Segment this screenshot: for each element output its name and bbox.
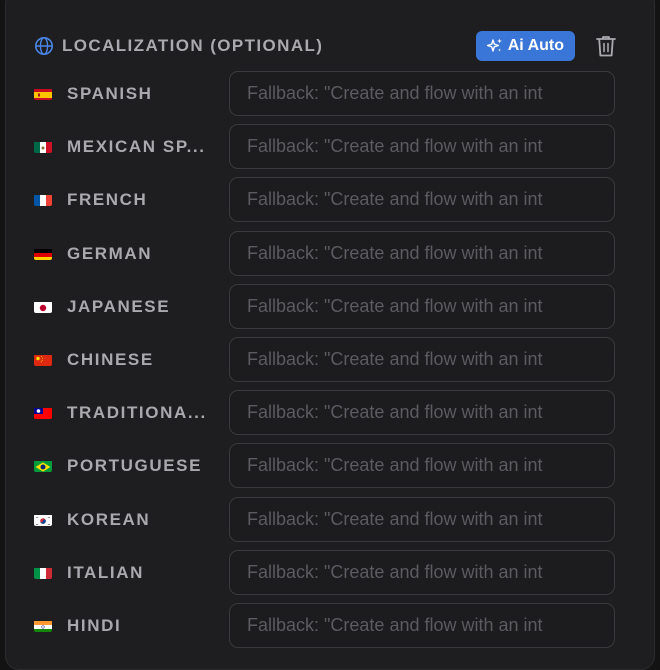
language-row-kr: KOREAN [34, 496, 616, 542]
language-label: PORTUGUESE [67, 456, 203, 476]
translation-input-de[interactable] [229, 230, 615, 276]
language-row-tw: TRADITIONA... [34, 390, 616, 436]
flag-it-icon [34, 567, 52, 579]
flag-de-icon [34, 248, 52, 260]
translation-input-mx[interactable] [229, 124, 615, 170]
translation-input-kr[interactable] [229, 496, 615, 542]
language-row-fr: FRENCH [34, 177, 616, 223]
section-title: LOCALIZATION (OPTIONAL) [62, 36, 324, 55]
flag-cn-icon [34, 354, 52, 366]
language-list: SPANISH MEXICAN SP... FRENCH GERMAN JAPANESE… [34, 71, 616, 656]
language-row-br: PORTUGUESE [34, 443, 616, 489]
sparkles-icon [486, 37, 504, 55]
language-label: CHINESE [67, 349, 154, 369]
translation-input-tw[interactable] [229, 390, 615, 436]
translation-input-jp[interactable] [229, 283, 615, 329]
language-row-mx: MEXICAN SP... [34, 124, 616, 170]
flag-es-icon [34, 88, 52, 100]
globe-icon [34, 36, 54, 56]
language-label: JAPANESE [67, 296, 171, 316]
language-label: FRENCH [67, 190, 148, 210]
language-label: MEXICAN SP... [67, 137, 206, 157]
translation-input-it[interactable] [229, 549, 615, 595]
language-row-it: ITALIAN [34, 549, 616, 595]
translation-input-in[interactable] [229, 602, 615, 648]
language-label: KOREAN [67, 509, 151, 529]
localization-header: LOCALIZATION (OPTIONAL) Ai Auto [34, 31, 618, 61]
translation-input-cn[interactable] [229, 336, 615, 382]
flag-br-icon [34, 460, 52, 473]
language-row-in: HINDI [34, 602, 616, 648]
language-label: SPANISH [67, 84, 153, 103]
language-row-jp: JAPANESE [34, 283, 616, 329]
ai-auto-label: Ai Auto [507, 37, 564, 54]
translation-input-fr[interactable] [229, 177, 615, 223]
language-label: ITALIAN [67, 562, 144, 582]
language-label: HINDI [67, 615, 122, 635]
language-row-cn: CHINESE [34, 336, 616, 382]
language-row-de: GERMAN [34, 230, 616, 276]
flag-kr-icon [34, 514, 52, 526]
ai-auto-button[interactable]: Ai Auto [475, 31, 575, 61]
flag-tw-icon [34, 407, 52, 420]
language-label: TRADITIONA... [67, 403, 207, 423]
localization-panel: LOCALIZATION (OPTIONAL) Ai Auto SPANISH [5, 0, 655, 670]
flag-fr-icon [34, 194, 52, 207]
flag-in-icon [34, 620, 52, 632]
flag-jp-icon [34, 301, 52, 313]
translation-input-br[interactable] [229, 443, 615, 489]
flag-mx-icon [34, 141, 52, 154]
language-label: GERMAN [67, 243, 153, 263]
language-row-es: SPANISH [34, 71, 616, 116]
trash-icon[interactable] [594, 33, 618, 59]
translation-input-es[interactable] [229, 71, 615, 116]
